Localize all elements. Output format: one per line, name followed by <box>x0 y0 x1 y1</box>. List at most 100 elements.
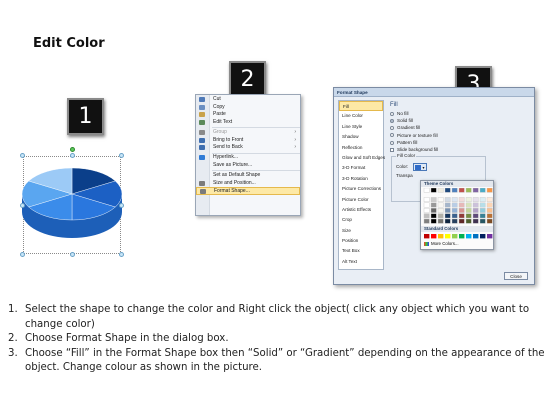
fill-option[interactable]: Solid fill <box>388 117 532 124</box>
category-item[interactable]: Line Style <box>339 122 383 132</box>
menu-item-save-as-picture[interactable]: Save as Picture... <box>196 162 300 170</box>
theme-color-swatch[interactable] <box>458 208 465 213</box>
theme-color-swatch[interactable] <box>444 213 451 219</box>
menu-item-paste[interactable]: Paste <box>196 111 300 119</box>
standard-color-swatch[interactable] <box>445 234 451 239</box>
theme-color-swatch[interactable] <box>465 188 472 193</box>
radio-button[interactable] <box>390 133 394 138</box>
category-item[interactable]: Picture Color <box>339 195 383 205</box>
radio-button[interactable] <box>390 140 394 145</box>
theme-color-swatch[interactable] <box>423 197 430 202</box>
standard-color-swatch[interactable] <box>452 234 458 239</box>
menu-item-copy[interactable]: Copy <box>196 104 300 112</box>
category-item[interactable]: Glow and Soft Edges <box>339 153 385 163</box>
theme-color-swatch[interactable] <box>486 208 493 213</box>
category-item[interactable]: Text Box <box>339 246 383 256</box>
theme-color-swatch[interactable] <box>451 188 458 193</box>
fill-option[interactable]: Picture or texture fill <box>388 132 532 139</box>
theme-color-swatch[interactable] <box>444 188 451 193</box>
standard-color-swatch[interactable] <box>473 234 479 239</box>
theme-color-swatch[interactable] <box>451 202 458 208</box>
theme-color-swatch[interactable] <box>437 208 444 213</box>
resize-handle-l[interactable] <box>20 203 25 208</box>
theme-color-swatch[interactable] <box>458 188 465 193</box>
category-item[interactable]: 3-D Format <box>339 163 383 173</box>
theme-color-swatch[interactable] <box>423 208 430 213</box>
category-item[interactable]: Picture Corrections <box>339 184 383 194</box>
category-item[interactable]: Shadow <box>339 132 383 142</box>
theme-color-swatch[interactable] <box>479 202 486 208</box>
theme-color-swatch[interactable] <box>430 202 437 208</box>
theme-color-swatch[interactable] <box>479 218 486 224</box>
menu-item-cut[interactable]: Cut <box>196 96 300 104</box>
theme-color-swatch[interactable] <box>458 218 465 224</box>
standard-color-swatch[interactable] <box>459 234 465 239</box>
menu-item-set-as-default-shape[interactable]: Set as Default Shape <box>196 172 300 180</box>
theme-color-swatch[interactable] <box>472 188 479 193</box>
theme-color-swatch[interactable] <box>437 218 444 224</box>
category-item[interactable]: Size <box>339 226 383 236</box>
theme-color-swatch[interactable] <box>465 202 472 208</box>
theme-color-swatch[interactable] <box>486 197 493 202</box>
resize-handle-r[interactable] <box>119 203 124 208</box>
theme-color-swatch[interactable] <box>437 202 444 208</box>
color-picker-button[interactable]: ▾ <box>412 163 427 171</box>
theme-color-swatch[interactable] <box>423 218 430 224</box>
theme-color-swatch[interactable] <box>472 213 479 219</box>
category-item[interactable]: Line Color <box>339 111 383 121</box>
close-button[interactable]: Close <box>504 272 528 280</box>
theme-color-swatch[interactable] <box>472 218 479 224</box>
more-colors-item[interactable]: More Colors... <box>424 241 490 247</box>
category-item[interactable]: Fill <box>339 101 383 112</box>
menu-item-send-to-back[interactable]: Send to Back › <box>196 144 300 152</box>
theme-color-swatch[interactable] <box>465 208 472 213</box>
theme-color-swatch[interactable] <box>472 208 479 213</box>
theme-color-swatch[interactable] <box>479 188 486 193</box>
theme-color-swatch[interactable] <box>458 197 465 202</box>
resize-handle-t[interactable] <box>70 153 75 158</box>
theme-color-swatch[interactable] <box>458 202 465 208</box>
theme-color-swatch[interactable] <box>479 197 486 202</box>
theme-color-swatch[interactable] <box>430 188 437 193</box>
radio-button[interactable] <box>390 126 394 131</box>
standard-color-swatch[interactable] <box>431 234 437 239</box>
theme-color-swatch[interactable] <box>458 213 465 219</box>
theme-color-swatch[interactable] <box>423 213 430 219</box>
theme-color-swatch[interactable] <box>430 208 437 213</box>
radio-button[interactable] <box>390 111 394 116</box>
standard-color-swatch[interactable] <box>487 234 493 239</box>
resize-handle-br[interactable] <box>119 252 124 257</box>
theme-color-swatch[interactable] <box>486 202 493 208</box>
category-item[interactable]: Position <box>339 236 383 246</box>
theme-color-swatch[interactable] <box>423 202 430 208</box>
category-item[interactable]: Crop <box>339 215 383 225</box>
theme-color-swatch[interactable] <box>430 213 437 219</box>
standard-color-row[interactable] <box>422 233 494 240</box>
theme-color-swatch[interactable] <box>444 218 451 224</box>
category-item[interactable]: Artistic Effects <box>339 205 383 215</box>
radio-button[interactable] <box>390 118 394 123</box>
theme-color-swatch[interactable] <box>437 197 444 202</box>
theme-color-swatch[interactable] <box>472 197 479 202</box>
theme-color-swatch[interactable] <box>451 197 458 202</box>
menu-item-size-and-position[interactable]: Size and Position... <box>196 180 300 188</box>
resize-handle-tl[interactable] <box>20 153 25 158</box>
category-item[interactable]: Alt Text <box>339 257 383 267</box>
menu-item-group[interactable]: Group › <box>196 129 300 137</box>
menu-item-format-shape[interactable]: Format Shape... <box>196 187 300 195</box>
resize-handle-tr[interactable] <box>119 153 124 158</box>
theme-color-swatch[interactable] <box>486 188 493 193</box>
pie-3d-graphic[interactable] <box>18 146 128 262</box>
theme-color-swatch[interactable] <box>451 213 458 219</box>
theme-color-swatch[interactable] <box>423 188 430 193</box>
theme-color-swatch[interactable] <box>444 202 451 208</box>
theme-color-swatch[interactable] <box>479 213 486 219</box>
fill-option[interactable]: No fill <box>388 110 532 117</box>
checkbox[interactable] <box>390 147 394 152</box>
standard-color-swatch[interactable] <box>466 234 472 239</box>
fill-option[interactable]: Gradient fill <box>388 124 532 131</box>
rotation-handle[interactable] <box>70 147 75 152</box>
theme-color-swatch[interactable] <box>465 218 472 224</box>
menu-item-edit-text[interactable]: Edit Text <box>196 119 300 127</box>
theme-color-swatch[interactable] <box>451 208 458 213</box>
